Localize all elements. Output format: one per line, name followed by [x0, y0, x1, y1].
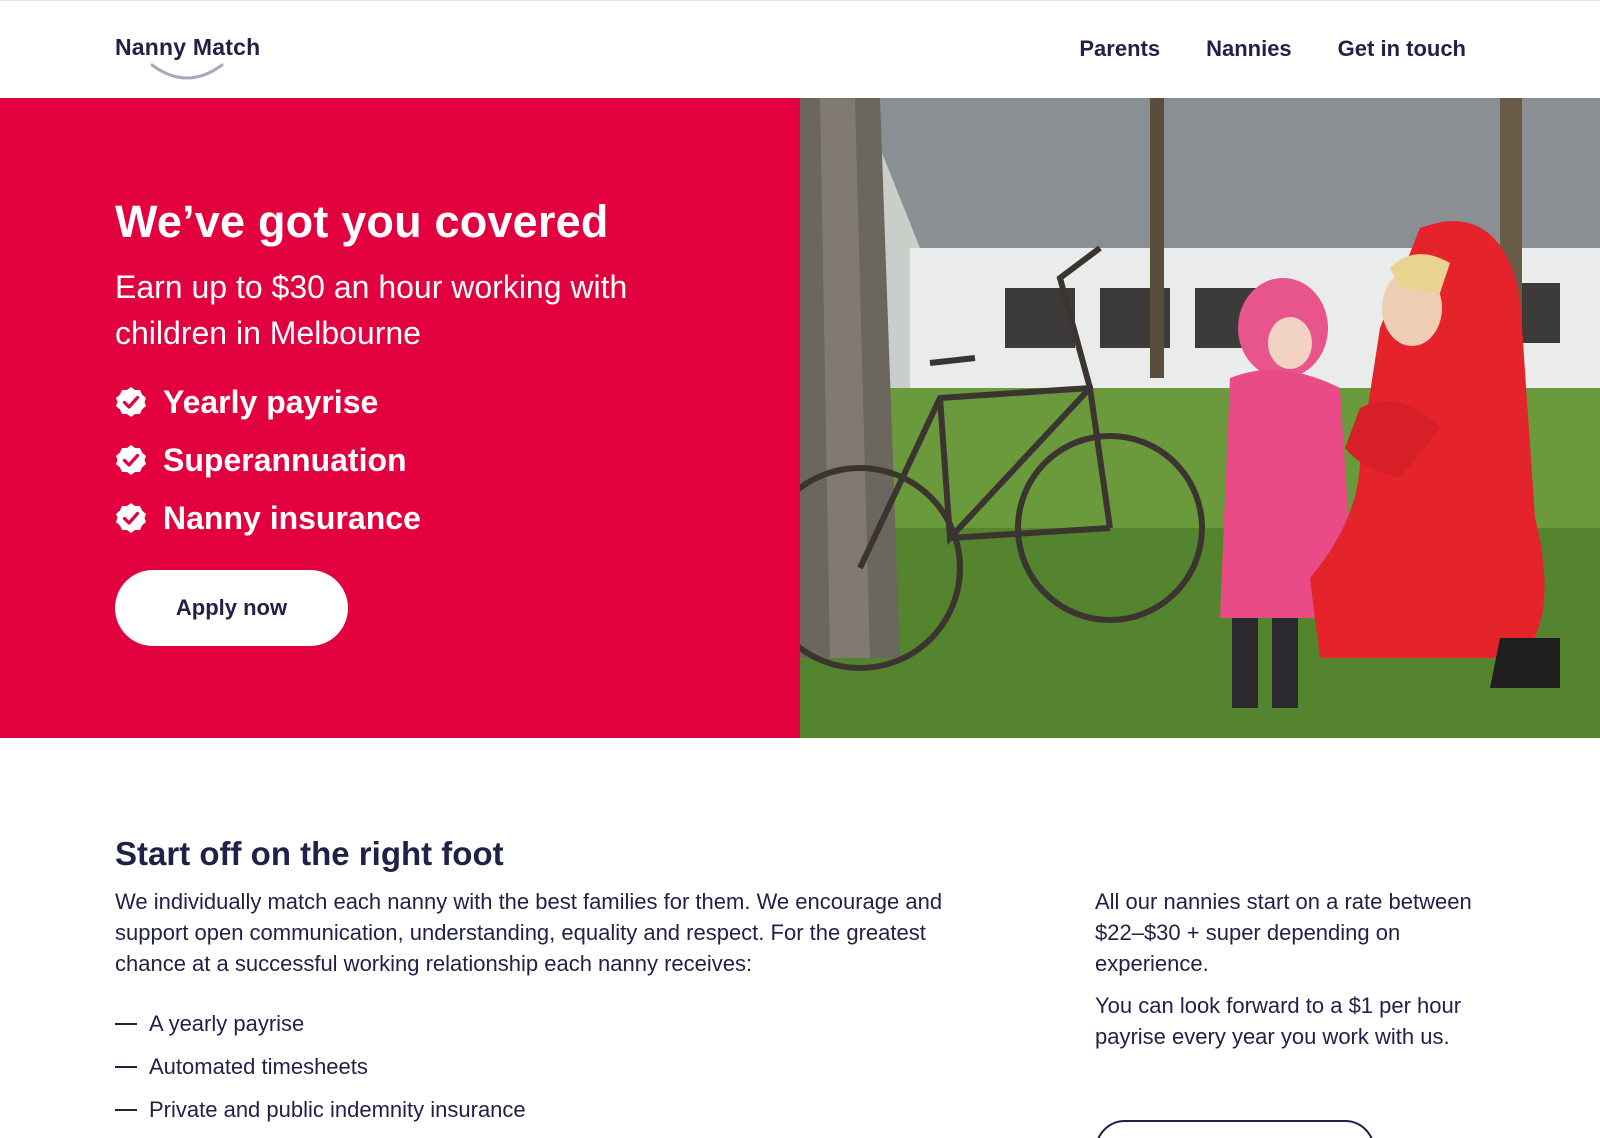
nav-get-in-touch[interactable]: Get in touch — [1338, 36, 1466, 62]
list-item: A yearly payrise — [115, 1002, 526, 1045]
logo[interactable]: Nanny Match — [115, 34, 260, 61]
site-header: Nanny Match Parents Nannies Get in touch — [0, 0, 1600, 98]
logo-smile-icon — [150, 63, 224, 80]
nav-nannies[interactable]: Nannies — [1206, 36, 1292, 62]
benefit-label: Yearly payrise — [163, 383, 379, 420]
perks-list: A yearly payrise Automated timesheets Pr… — [115, 1002, 526, 1131]
benefit-item: Yearly payrise — [115, 373, 421, 431]
outline-button[interactable] — [1095, 1120, 1375, 1138]
list-item-label: Private and public indemnity insurance — [149, 1096, 526, 1122]
hero-panel: We’ve got you covered Earn up to $30 an … — [0, 98, 800, 738]
check-badge-icon — [116, 387, 146, 417]
benefit-item: Nanny insurance — [115, 489, 421, 547]
check-badge-icon — [116, 503, 146, 533]
nav-parents[interactable]: Parents — [1079, 36, 1160, 62]
hero-section: We’ve got you covered Earn up to $30 an … — [0, 98, 1600, 738]
list-item-label: A yearly payrise — [149, 1010, 305, 1036]
list-item: Automated timesheets — [115, 1045, 526, 1088]
benefit-label: Superannuation — [163, 441, 407, 478]
section-title: Start off on the right foot — [115, 835, 504, 872]
hero-photo — [800, 98, 1600, 738]
payrise-paragraph: You can look forward to a $1 per hour pa… — [1095, 993, 1462, 1049]
rate-paragraph: All our nannies start on a rate between … — [1095, 889, 1472, 976]
dash-icon — [115, 1022, 137, 1025]
list-item-label: Automated timesheets — [149, 1053, 368, 1079]
rate-info: All our nannies start on a rate between … — [1095, 886, 1480, 1052]
apply-now-button[interactable]: Apply now — [115, 570, 348, 646]
benefits-list: Yearly payrise Superannuation Nanny insu… — [115, 373, 421, 547]
benefit-item: Superannuation — [115, 431, 421, 489]
start-section: Start off on the right foot We individua… — [0, 738, 1600, 1138]
dash-icon — [115, 1108, 137, 1111]
benefit-label: Nanny insurance — [163, 499, 421, 536]
main-nav: Parents Nannies Get in touch — [1079, 36, 1466, 62]
list-item: Private and public indemnity insurance — [115, 1088, 526, 1131]
hero-photo-illustration — [800, 98, 1600, 738]
hero-title: We’ve got you covered — [115, 196, 609, 247]
dash-icon — [115, 1065, 137, 1068]
hero-subtitle: Earn up to $30 an hour working with chil… — [115, 269, 628, 351]
section-body: We individually match each nanny with th… — [115, 889, 943, 976]
check-badge-icon — [116, 445, 146, 475]
